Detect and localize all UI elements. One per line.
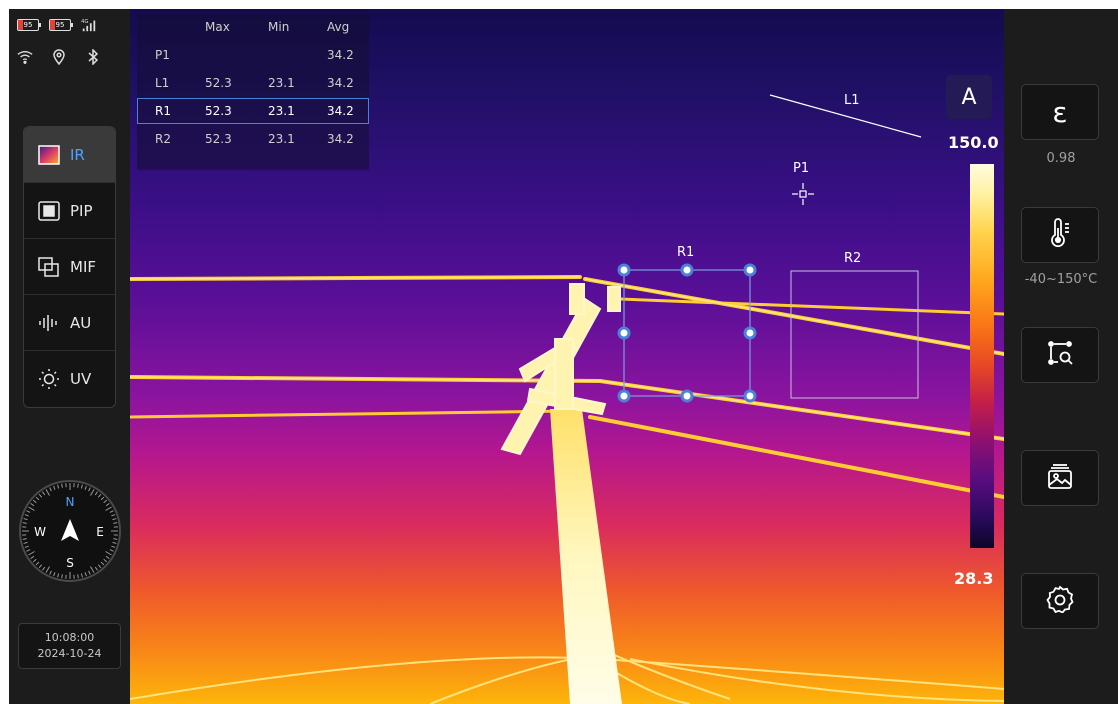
label-r1: R1 [677,245,695,260]
compass-tick [61,483,63,488]
label-r2: R2 [844,251,862,266]
compass-east-label: E [96,525,104,539]
mode-mif[interactable]: MIF [24,239,115,295]
status-row-top: 95 95 4G [17,17,97,33]
resize-handle[interactable] [743,389,757,403]
scale-min-value: 28.3 [954,569,994,588]
gallery-icon [1046,462,1074,494]
mode-au-label: AU [70,313,92,332]
compass-tick [22,522,27,524]
ir-mode-icon [38,144,60,166]
label-p1: P1 [793,161,810,176]
compass-tick [77,574,79,579]
spot-tool-p1-crosshair-icon[interactable] [792,183,814,205]
scale-max-value: 150.0 [948,133,999,152]
mode-uv-label: UV [70,370,92,388]
clock-time: 10:08:00 [44,631,95,644]
mode-pip[interactable]: PIP [24,183,115,239]
date-time-display: 10:08:00 2024-10-24 [18,623,121,669]
thermal-image-view[interactable]: Max Min Avg P1 34.2 L1 52.3 23.1 34.2 R1… [130,9,1004,704]
label-l1: L1 [844,93,860,108]
mode-ir[interactable]: IR [24,127,115,183]
emissivity-value: 0.98 [1046,151,1076,166]
resize-handle[interactable] [617,326,631,340]
network-type-label: 4G [81,19,89,25]
region-analysis-icon [1046,339,1074,371]
sun-icon [38,368,60,390]
resize-handle[interactable] [743,263,757,277]
resize-handle[interactable] [680,263,694,277]
bluetooth-icon [85,49,101,65]
compass: N S E W [18,479,122,583]
wifi-icon [17,49,33,65]
cellular-signal-icon: 4G [81,17,97,33]
region-r1-handles [617,263,757,403]
analysis-tool-button[interactable] [1021,327,1099,383]
pip-mode-icon [38,200,60,222]
epsilon-icon: ε [1052,95,1068,129]
compass-south-label: S [66,556,74,570]
resize-handle[interactable] [743,326,757,340]
region-tool-r2[interactable] [790,270,919,399]
compass-tick [113,538,118,540]
compass-tick [22,538,27,540]
status-row-bottom [17,49,101,65]
compass-tick [77,483,79,488]
clock-date: 2024-10-24 [37,647,102,660]
resize-handle[interactable] [680,389,694,403]
mode-au[interactable]: AU [24,295,115,351]
gallery-button[interactable] [1021,450,1099,506]
mif-mode-icon [38,256,60,278]
temperature-range-button[interactable] [1021,207,1099,263]
mode-mif-label: MIF [70,257,96,276]
right-panel: ε 0.98 -40~150°C [1004,9,1118,704]
mode-ir-label: IR [70,145,85,164]
audio-waveform-icon [38,312,60,334]
compass-tick [61,574,63,579]
battery-icon: 95 [17,19,41,31]
compass-tick [113,522,118,524]
battery-charging-icon: 95 [49,19,73,31]
color-palette-bar [970,164,994,548]
resize-handle[interactable] [617,389,631,403]
measurement-overlays [617,94,922,403]
thermometer-icon [1047,218,1073,252]
temperature-range-value: -40~150°C [1024,272,1098,287]
mode-selector: IR PIP MIF AU UV [23,126,116,408]
compass-north-label: N [66,495,75,509]
left-panel: 95 95 4G IR PIP MIF AU UV N S E W 10:08:… [9,9,130,704]
resize-handle[interactable] [617,263,631,277]
mode-pip-label: PIP [70,201,93,220]
location-icon [51,49,67,65]
auto-range-badge[interactable]: A [946,75,992,119]
compass-west-label: W [34,525,46,539]
emissivity-button[interactable]: ε [1021,84,1099,140]
thermal-camera-app: 95 95 4G IR PIP MIF AU UV N S E W 10:08:… [9,9,1118,704]
gear-icon [1046,585,1074,617]
mode-uv[interactable]: UV [24,351,115,407]
region-tool-r1[interactable] [623,269,751,397]
settings-button[interactable] [1021,573,1099,629]
